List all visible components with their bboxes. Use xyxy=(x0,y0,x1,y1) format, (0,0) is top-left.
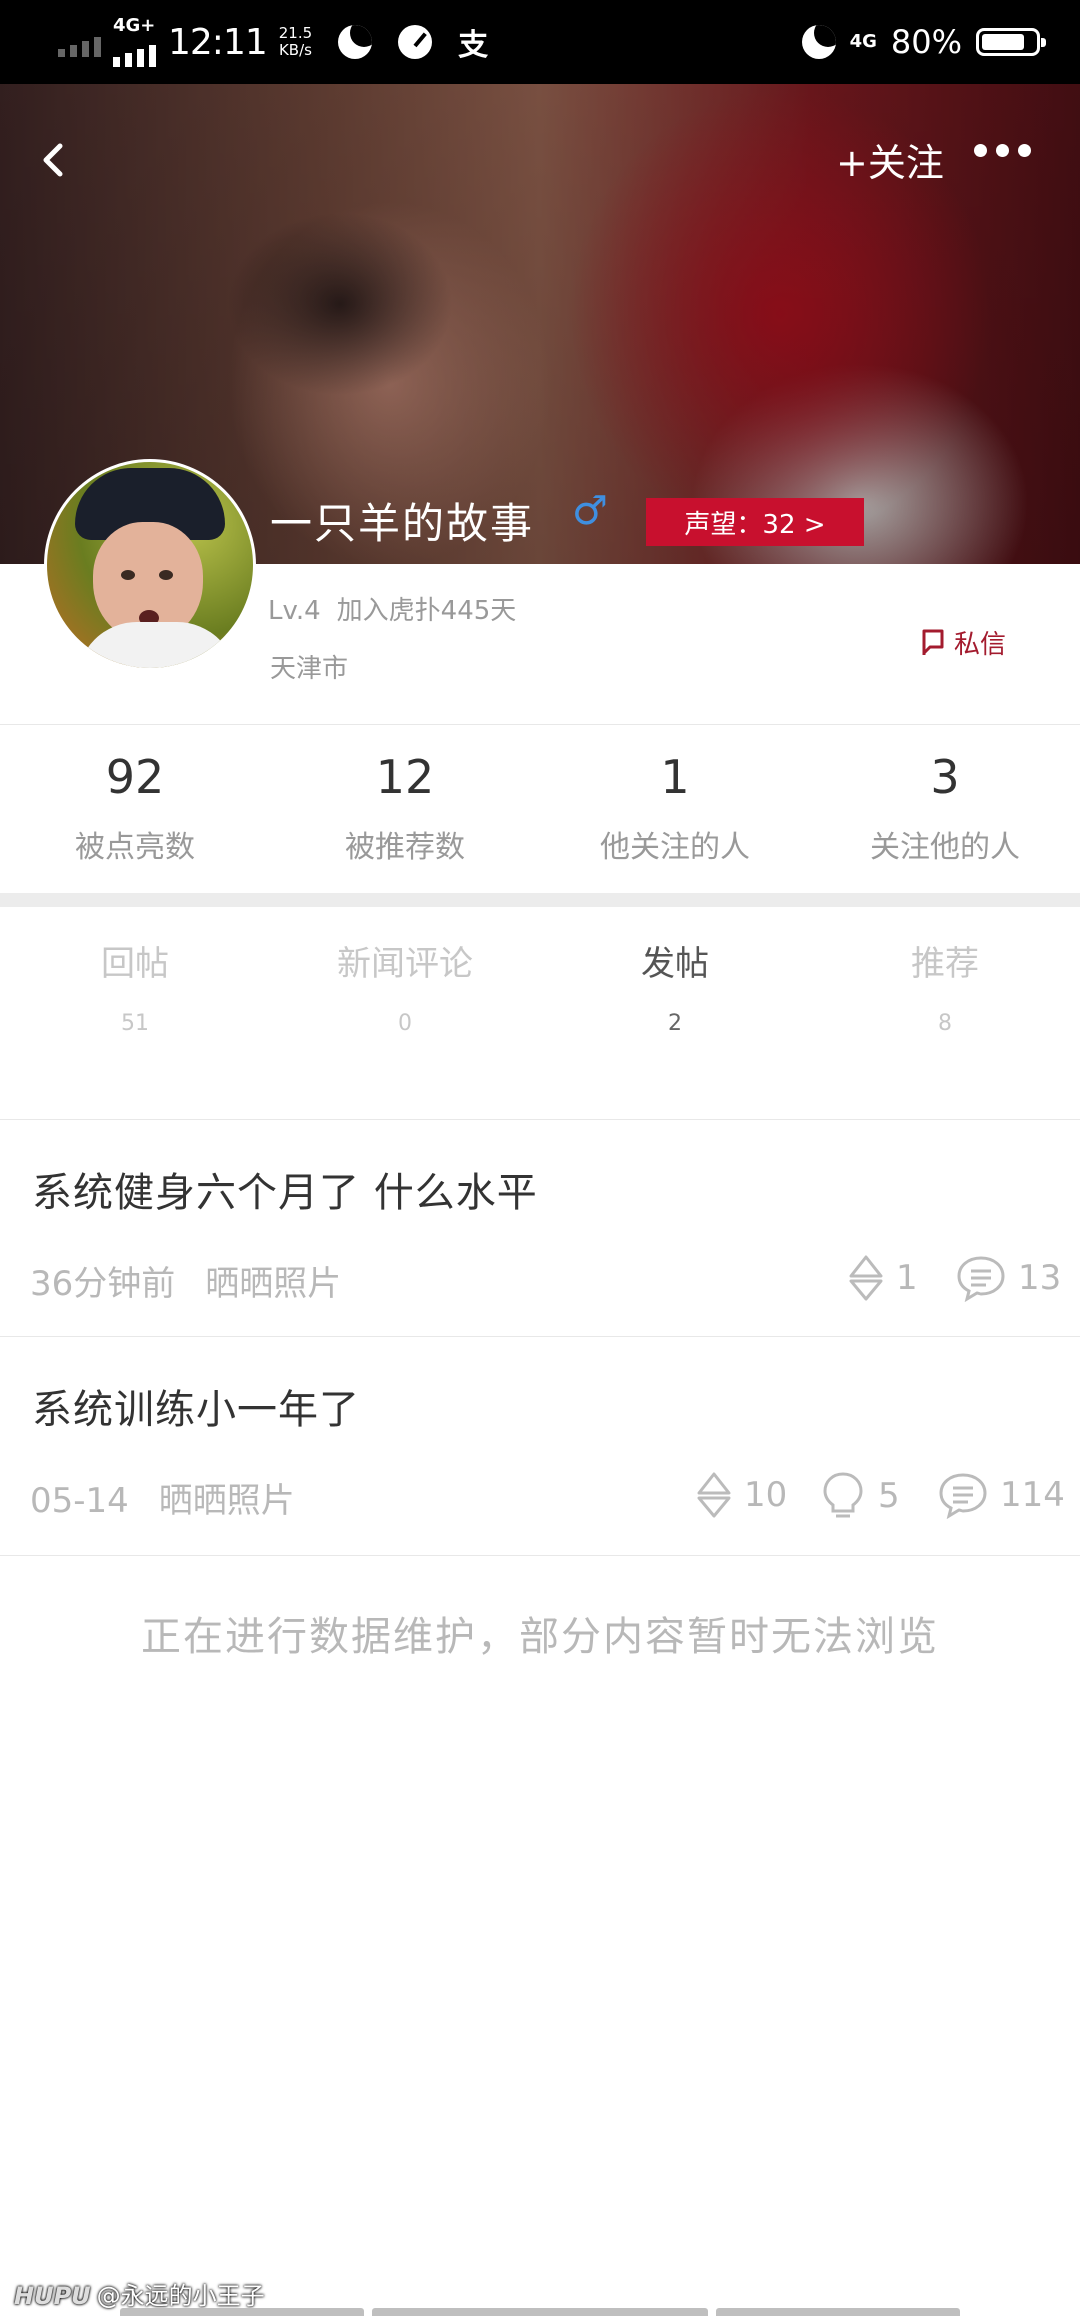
back-button[interactable] xyxy=(30,130,74,190)
light-count: 5 xyxy=(820,1471,900,1521)
speedometer-icon xyxy=(398,25,433,59)
join-days: 加入虎扑445天 xyxy=(336,596,517,626)
alipay-icon: 支 xyxy=(458,28,489,63)
stats-row: 92 被点亮数 12 被推荐数 1 他关注的人 3 关注他的人 xyxy=(0,742,1080,892)
tab-label: 发帖 xyxy=(641,944,709,984)
follow-button[interactable]: +关注 xyxy=(836,132,944,187)
male-gender-icon: ♂ xyxy=(572,488,608,534)
comment-bubble-icon xyxy=(939,1473,987,1519)
stat-label: 被点亮数 xyxy=(75,830,195,865)
stat-label: 被推荐数 xyxy=(345,830,465,865)
more-dot-icon xyxy=(1018,144,1031,157)
stat-value: 1 xyxy=(660,750,690,804)
comment-count: 13 xyxy=(956,1254,1061,1302)
watermark: HUPU @永远的小王子 xyxy=(14,2276,265,2311)
content-tabs: 回帖 51 新闻评论 0 发帖 2 推荐 8 xyxy=(0,936,1080,1036)
divider xyxy=(0,1555,1080,1556)
network-type-label-right: 4G xyxy=(849,31,877,52)
user-city: 天津市 xyxy=(270,654,349,684)
vote-count: 1 xyxy=(848,1254,918,1302)
post-meta: 36分钟前 晒晒照片 xyxy=(30,1256,341,1305)
post-meta: 05-14 晒晒照片 xyxy=(30,1473,295,1522)
avatar[interactable] xyxy=(44,459,256,671)
watermark-author: @永远的小王子 xyxy=(96,2282,265,2310)
nav-gesture-bar[interactable] xyxy=(716,2308,960,2316)
stat-lit-count[interactable]: 92 被点亮数 xyxy=(0,742,270,892)
comment-bubble-icon xyxy=(957,1256,1005,1302)
comment-count: 114 xyxy=(938,1471,1065,1519)
clock: 12:11 xyxy=(168,21,268,63)
network-speed: 21.5 KB/s xyxy=(279,25,312,59)
status-bar: 4G+ 12:11 21.5 KB/s 支 4G 80% xyxy=(0,0,1080,84)
user-level-info: Lv.4 加入虎扑445天 xyxy=(268,590,516,627)
private-message-label: 私信 xyxy=(954,630,1007,660)
message-flag-icon xyxy=(922,629,944,655)
stat-recommended-count[interactable]: 12 被推荐数 xyxy=(270,742,540,892)
nav-gesture-bar[interactable] xyxy=(372,2308,708,2316)
network-type-label: 4G+ xyxy=(113,15,156,36)
comment-count-value: 13 xyxy=(1018,1258,1062,1298)
more-dot-icon xyxy=(974,144,987,157)
tab-label: 回帖 xyxy=(101,944,169,984)
tab-replies[interactable]: 回帖 51 xyxy=(0,936,270,1036)
divider xyxy=(0,724,1080,725)
light-count-value: 5 xyxy=(878,1476,900,1516)
prestige-badge[interactable]: 声望：32 > xyxy=(646,498,864,546)
watermark-brand: HUPU xyxy=(14,2282,91,2310)
battery-fill xyxy=(982,34,1024,50)
vote-count-value: 10 xyxy=(744,1475,788,1515)
post-time: 05-14 xyxy=(30,1481,129,1521)
tab-count: 0 xyxy=(398,1011,412,1036)
battery-percent: 80% xyxy=(890,23,962,61)
private-message-button[interactable]: 私信 xyxy=(920,624,1006,661)
list-item[interactable]: 系统训练小一年了 05-14 晒晒照片 10 5 114 xyxy=(0,1337,1080,1555)
user-level: Lv.4 xyxy=(268,596,321,626)
post-title: 系统训练小一年了 xyxy=(32,1387,360,1433)
more-options-button[interactable] xyxy=(974,144,1031,157)
moon-icon xyxy=(338,25,373,59)
signal-sim2-icon: 4G+ xyxy=(113,17,156,67)
tab-label: 新闻评论 xyxy=(337,944,473,984)
vote-arrows-icon xyxy=(697,1472,731,1518)
comment-count-value: 114 xyxy=(1000,1475,1065,1515)
post-board: 晒晒照片 xyxy=(158,1481,295,1521)
tab-posts[interactable]: 发帖 2 xyxy=(540,936,810,1036)
username: 一只羊的故事 xyxy=(270,499,535,548)
stat-value: 92 xyxy=(105,750,165,804)
list-item[interactable]: 系统健身六个月了 什么水平 36分钟前 晒晒照片 1 13 xyxy=(0,1120,1080,1336)
post-time: 36分钟前 xyxy=(30,1264,176,1304)
stat-followers[interactable]: 3 关注他的人 xyxy=(810,742,1080,892)
maintenance-notice: 正在进行数据维护，部分内容暂时无法浏览 xyxy=(141,1614,939,1660)
stat-label: 关注他的人 xyxy=(870,830,1020,865)
stat-value: 3 xyxy=(930,750,960,804)
post-board: 晒晒照片 xyxy=(205,1264,342,1304)
post-title: 系统健身六个月了 什么水平 xyxy=(32,1170,538,1216)
chevron-left-icon xyxy=(43,143,63,177)
stat-following[interactable]: 1 他关注的人 xyxy=(540,742,810,892)
network-speed-unit: KB/s xyxy=(278,41,312,59)
stat-value: 12 xyxy=(375,750,435,804)
tab-label: 推荐 xyxy=(911,944,979,984)
lightbulb-icon xyxy=(823,1472,863,1518)
stat-label: 他关注的人 xyxy=(600,830,750,865)
signal-sim1-icon xyxy=(58,27,101,57)
more-dot-icon xyxy=(996,144,1009,157)
tab-count: 8 xyxy=(938,1011,952,1036)
vote-arrows-icon xyxy=(849,1255,883,1301)
battery-icon xyxy=(976,28,1046,56)
tab-count: 51 xyxy=(121,1011,149,1036)
tab-recommended[interactable]: 推荐 8 xyxy=(810,936,1080,1036)
network-speed-value: 21.5 xyxy=(278,24,313,42)
do-not-disturb-icon xyxy=(801,25,836,59)
section-separator xyxy=(0,893,1080,907)
nav-gesture-bar[interactable] xyxy=(120,2308,364,2316)
vote-count: 10 xyxy=(696,1471,787,1519)
vote-count-value: 1 xyxy=(896,1258,918,1298)
tab-news-comments[interactable]: 新闻评论 0 xyxy=(270,936,540,1036)
tab-count: 2 xyxy=(668,1011,682,1036)
